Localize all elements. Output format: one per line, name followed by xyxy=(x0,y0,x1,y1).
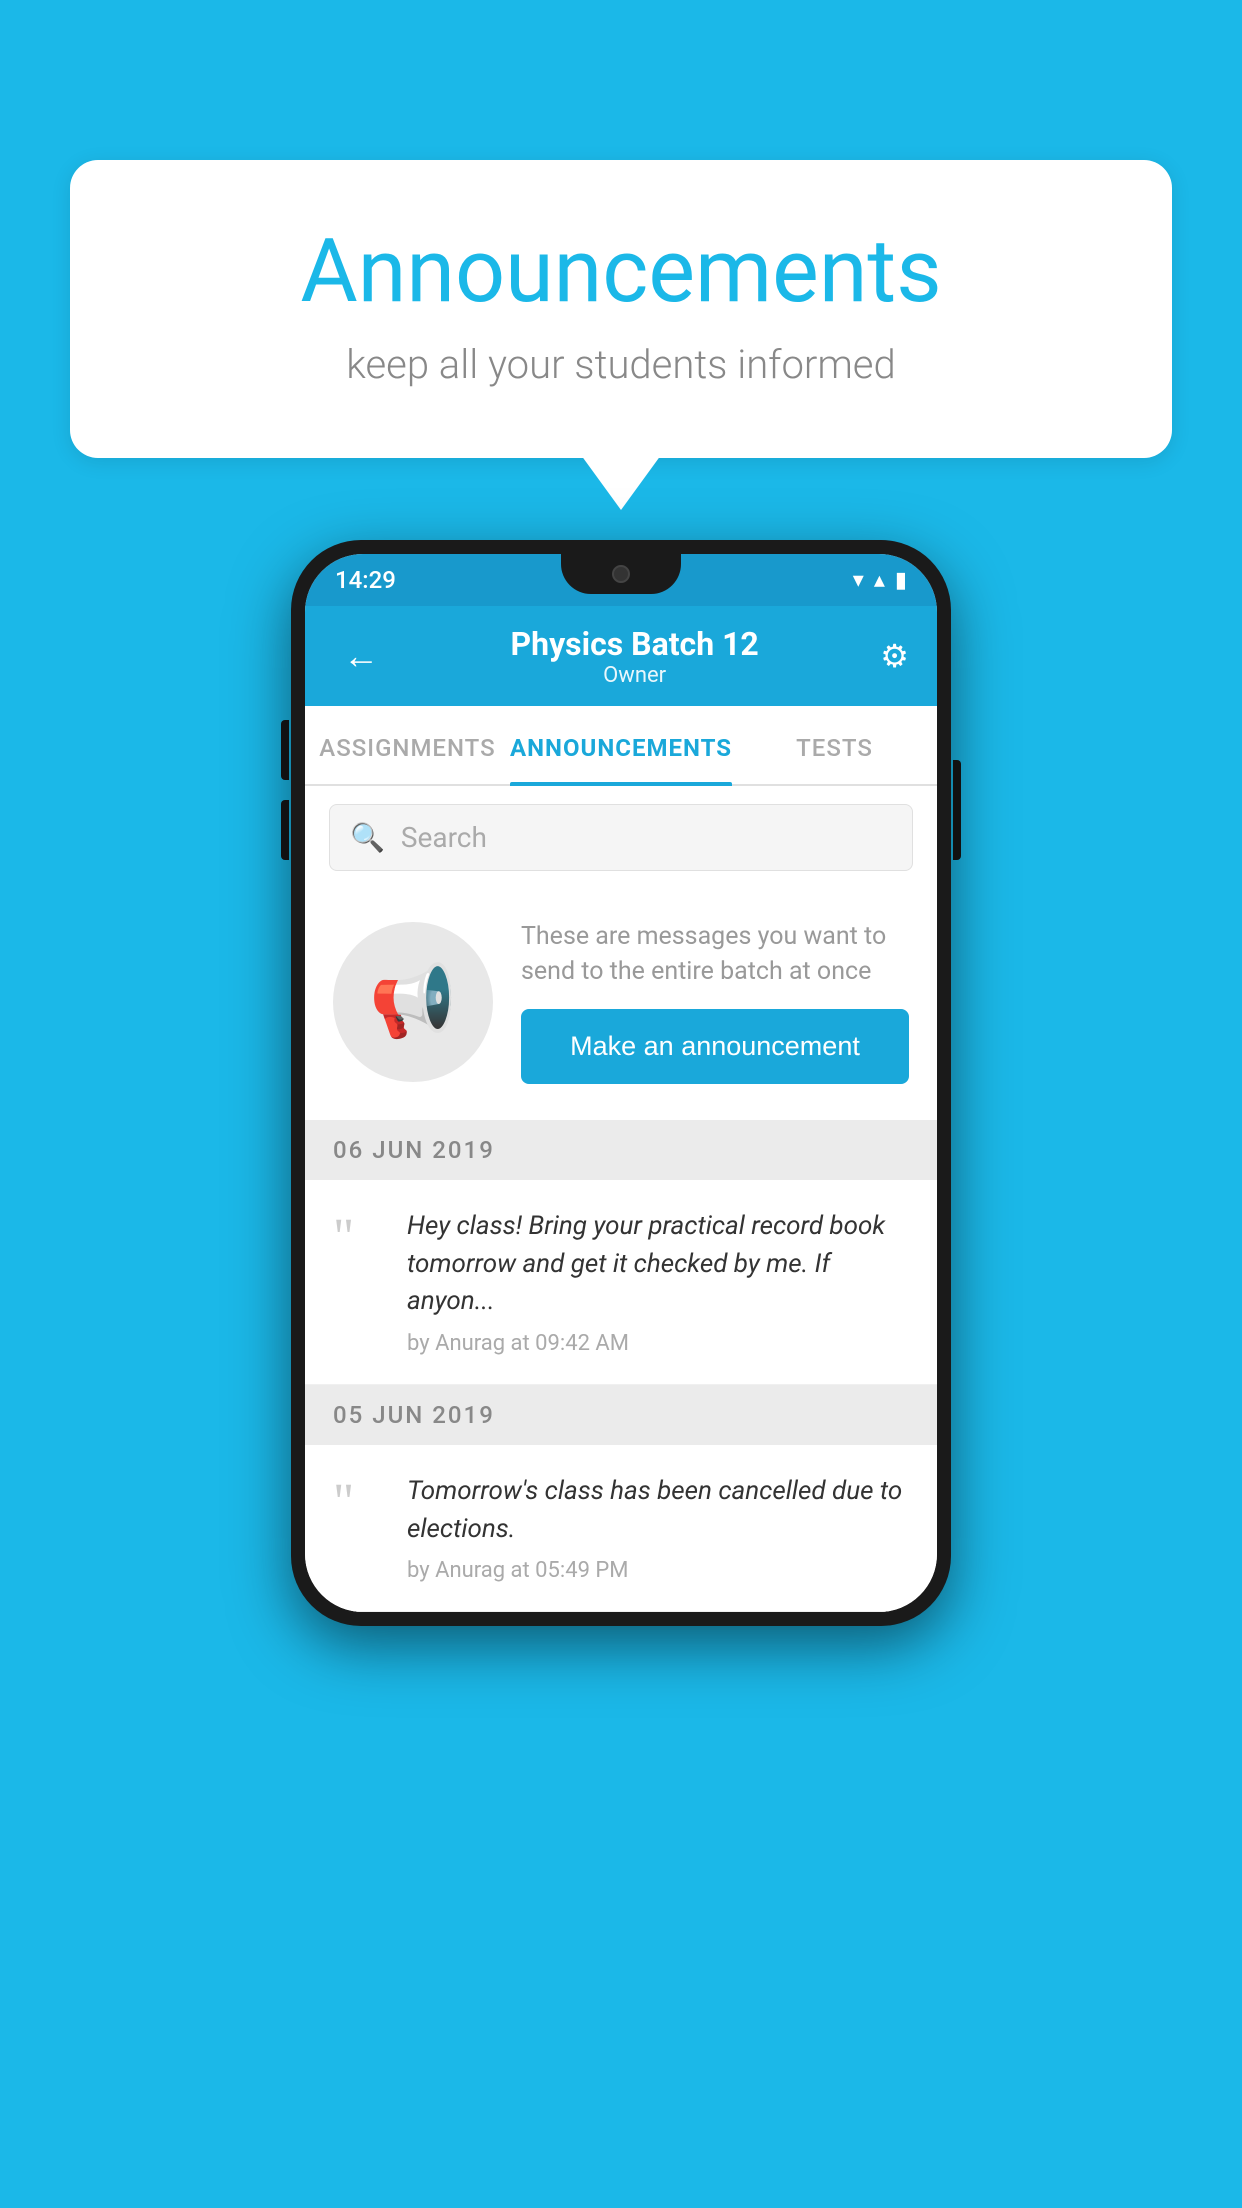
settings-button[interactable]: ⚙ xyxy=(880,637,909,675)
speech-bubble-section: Announcements keep all your students inf… xyxy=(70,160,1172,458)
announcement-promo: 📢 These are messages you want to send to… xyxy=(305,889,937,1120)
status-time: 14:29 xyxy=(335,566,396,594)
tab-assignments[interactable]: ASSIGNMENTS xyxy=(305,706,510,784)
announcement-meta-1: by Anurag at 09:42 AM xyxy=(407,1331,909,1356)
tab-tests[interactable]: TESTS xyxy=(732,706,937,784)
notch xyxy=(561,554,681,594)
bubble-title: Announcements xyxy=(150,220,1092,323)
announcement-content-1: Hey class! Bring your practical record b… xyxy=(407,1208,909,1356)
back-button[interactable]: ← xyxy=(333,625,389,687)
signal-icon: ▴ xyxy=(874,568,885,593)
phone-volume-button-1 xyxy=(281,720,289,780)
search-icon: 🔍 xyxy=(350,821,385,854)
search-bar[interactable]: 🔍 Search xyxy=(329,804,913,871)
phone-volume-button-2 xyxy=(281,800,289,860)
date-separator-1: 06 JUN 2019 xyxy=(305,1120,937,1180)
phone-power-button xyxy=(953,760,961,860)
search-placeholder: Search xyxy=(401,821,487,854)
announcement-text-2: Tomorrow's class has been cancelled due … xyxy=(407,1473,909,1548)
bubble-subtitle: keep all your students informed xyxy=(150,341,1092,388)
search-container: 🔍 Search xyxy=(305,786,937,889)
app-bar-title-group: Physics Batch 12 Owner xyxy=(511,625,759,688)
announcement-content-2: Tomorrow's class has been cancelled due … xyxy=(407,1473,909,1583)
phone-outer-frame: 14:29 ▾ ▴ ▮ ← Physics Batch 12 Owner ⚙ xyxy=(291,540,951,1626)
quote-icon-1: " xyxy=(333,1212,383,1264)
date-separator-2: 05 JUN 2019 xyxy=(305,1385,937,1445)
announcement-item-2[interactable]: " Tomorrow's class has been cancelled du… xyxy=(305,1445,937,1612)
batch-role: Owner xyxy=(511,663,759,688)
app-bar: ← Physics Batch 12 Owner ⚙ xyxy=(305,606,937,706)
battery-icon: ▮ xyxy=(895,568,907,593)
status-bar: 14:29 ▾ ▴ ▮ xyxy=(305,554,937,606)
promo-icon-circle: 📢 xyxy=(333,922,493,1082)
tabs-bar: ASSIGNMENTS ANNOUNCEMENTS TESTS xyxy=(305,706,937,786)
phone-screen: 14:29 ▾ ▴ ▮ ← Physics Batch 12 Owner ⚙ xyxy=(305,554,937,1612)
promo-description: These are messages you want to send to t… xyxy=(521,919,909,989)
camera-notch xyxy=(612,565,630,583)
wifi-icon: ▾ xyxy=(853,568,864,593)
announcement-item-1[interactable]: " Hey class! Bring your practical record… xyxy=(305,1180,937,1385)
promo-content: These are messages you want to send to t… xyxy=(521,919,909,1084)
tab-announcements[interactable]: ANNOUNCEMENTS xyxy=(510,706,732,784)
quote-icon-2: " xyxy=(333,1477,383,1529)
megaphone-icon: 📢 xyxy=(369,961,456,1043)
announcement-text-1: Hey class! Bring your practical record b… xyxy=(407,1208,909,1321)
batch-title: Physics Batch 12 xyxy=(511,625,759,663)
status-icons: ▾ ▴ ▮ xyxy=(853,568,907,593)
make-announcement-button[interactable]: Make an announcement xyxy=(521,1009,909,1084)
announcement-meta-2: by Anurag at 05:49 PM xyxy=(407,1558,909,1583)
phone-mockup: 14:29 ▾ ▴ ▮ ← Physics Batch 12 Owner ⚙ xyxy=(291,540,951,1626)
speech-bubble-card: Announcements keep all your students inf… xyxy=(70,160,1172,458)
